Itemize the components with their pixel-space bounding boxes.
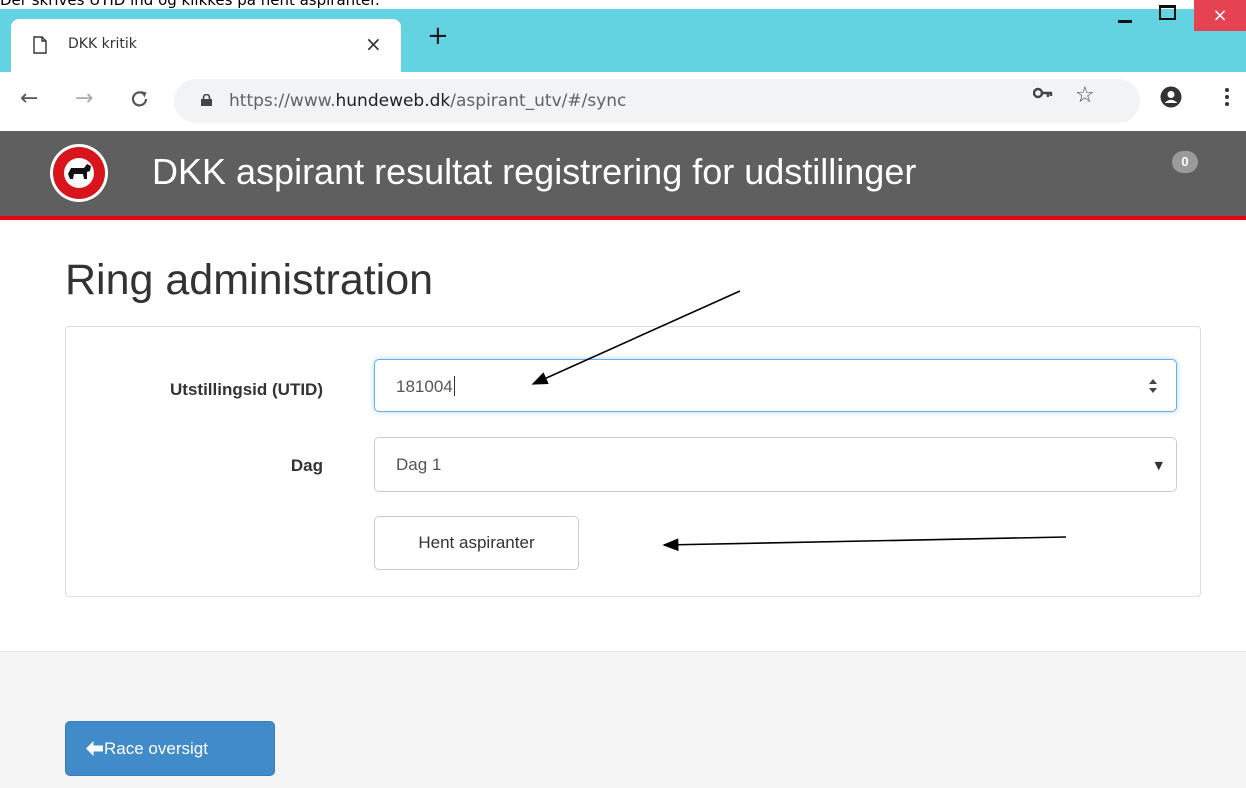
url-text: https://www.hundeweb.dk/aspirant_utv/#/s… xyxy=(229,91,627,111)
ring-admin-panel: Utstillingsid (UTID) 181004 Dag Dag 1 ▼ … xyxy=(65,326,1201,597)
page-title: Ring administration xyxy=(65,256,434,304)
footer: Race oversigt xyxy=(0,651,1246,788)
utid-input[interactable]: 181004 xyxy=(374,359,1177,412)
minimize-icon[interactable] xyxy=(1118,20,1132,23)
document-icon xyxy=(33,36,47,54)
bookmark-star-icon[interactable]: ☆ xyxy=(1075,83,1095,108)
utid-label: Utstillingsid (UTID) xyxy=(170,380,323,399)
browser-tab[interactable]: DKK kritik × xyxy=(11,19,401,72)
app-header: DKK aspirant resultat registrering for u… xyxy=(0,131,1246,220)
notification-badge[interactable]: 0 xyxy=(1172,151,1198,173)
tab-title: DKK kritik xyxy=(68,36,137,52)
tab-close-icon[interactable]: × xyxy=(365,32,382,56)
key-icon[interactable] xyxy=(1033,87,1053,99)
number-spinner-icon[interactable] xyxy=(1148,377,1158,395)
browser-toolbar: ← → https://www.hundeweb.dk/aspirant_utv… xyxy=(0,72,1246,131)
reload-icon[interactable] xyxy=(130,89,150,109)
browser-tabstrip: DKK kritik × + × xyxy=(0,0,1246,72)
dkk-logo-icon xyxy=(50,144,108,202)
forward-icon[interactable]: → xyxy=(75,87,93,111)
browser-menu-icon[interactable] xyxy=(1225,88,1229,109)
utid-value: 181004 xyxy=(396,377,453,396)
address-bar[interactable]: https://www.hundeweb.dk/aspirant_utv/#/s… xyxy=(174,79,1140,123)
back-icon[interactable]: ← xyxy=(20,87,38,111)
race-oversigt-button[interactable]: Race oversigt xyxy=(65,721,275,776)
window-close-icon[interactable]: × xyxy=(1194,0,1246,31)
lock-icon xyxy=(201,94,212,106)
app-title: DKK aspirant resultat registrering for u… xyxy=(152,151,917,192)
dag-label: Dag xyxy=(290,456,323,475)
new-tab-icon[interactable]: + xyxy=(427,23,449,49)
dag-select[interactable]: Dag 1 ▼ xyxy=(374,437,1177,492)
account-icon[interactable] xyxy=(1160,86,1182,108)
race-oversigt-label: Race oversigt xyxy=(104,739,208,758)
dag-selected-value: Dag 1 xyxy=(396,455,442,474)
hent-aspiranter-button[interactable]: Hent aspiranter xyxy=(374,516,579,570)
maximize-icon[interactable] xyxy=(1159,5,1176,20)
arrow-left-icon xyxy=(86,741,103,756)
chevron-down-icon: ▼ xyxy=(1154,459,1163,472)
instruction-caption: Der skrives UTID ind og klikkes på hent … xyxy=(0,0,380,9)
